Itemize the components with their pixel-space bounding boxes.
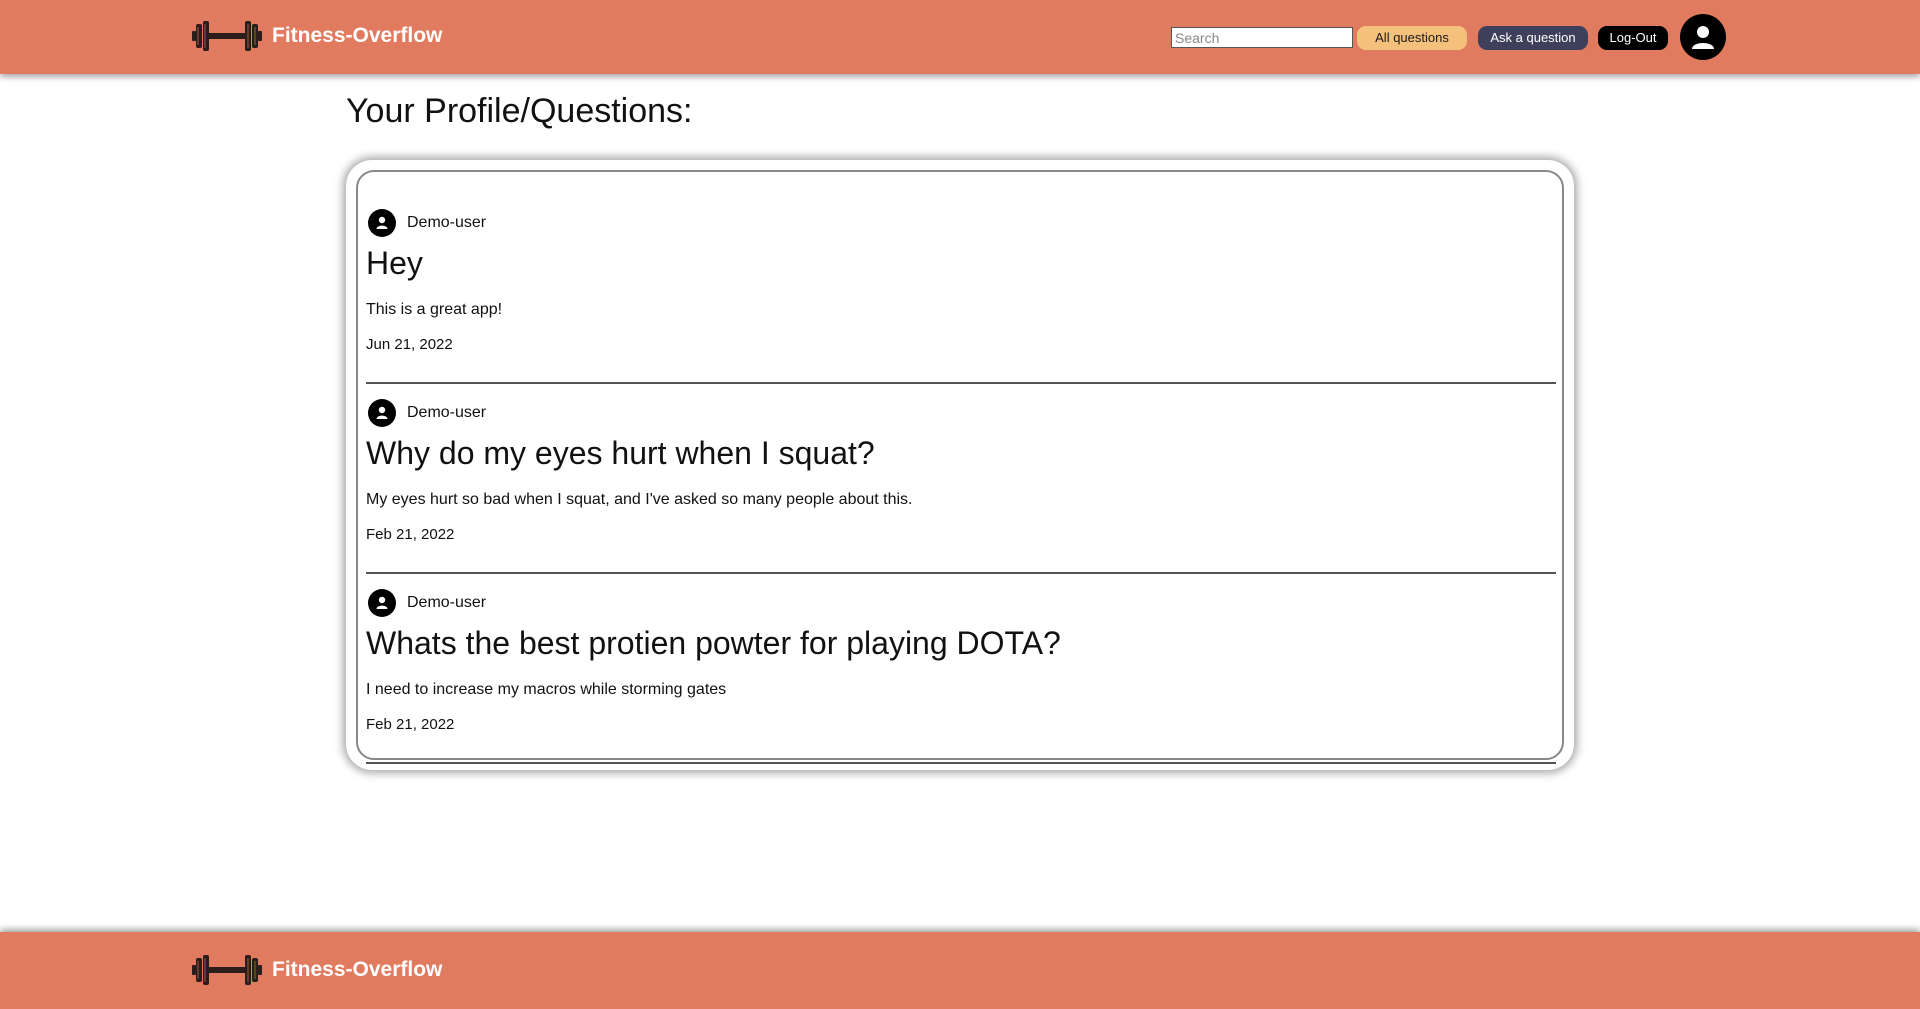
question-date: Feb 21, 2022 — [366, 716, 455, 733]
page-title: Your Profile/Questions: — [346, 92, 693, 130]
user-icon — [1692, 26, 1714, 49]
question-author: Demo-user — [366, 589, 486, 617]
user-avatar-icon — [368, 209, 396, 237]
brand-name: Fitness-Overflow — [272, 24, 443, 47]
question-item[interactable]: Demo-user Why do my eyes hurt when I squ… — [366, 387, 1556, 574]
question-title[interactable]: Whats the best protien powter for playin… — [366, 625, 1061, 662]
author-name: Demo-user — [407, 404, 487, 421]
footer: Fitness-Overflow — [0, 932, 1920, 1009]
question-title[interactable]: Why do my eyes hurt when I squat? — [366, 435, 875, 472]
author-name: Demo-user — [407, 594, 487, 611]
question-body: This is a great app! — [366, 301, 503, 318]
all-questions-button[interactable]: All questions — [1357, 26, 1467, 50]
user-avatar-icon — [368, 589, 396, 617]
search-input[interactable] — [1171, 27, 1353, 48]
profile-avatar-button[interactable] — [1680, 14, 1726, 60]
footer-brand[interactable]: Fitness-Overflow — [192, 952, 442, 988]
question-item[interactable]: Demo-user Whats the best protien powter … — [366, 577, 1556, 764]
brand-link[interactable]: Fitness-Overflow — [192, 18, 442, 54]
author-name: Demo-user — [407, 214, 487, 231]
question-date: Jun 21, 2022 — [366, 336, 453, 353]
questions-card: Demo-user Hey This is a great app! Jun 2… — [346, 160, 1574, 770]
question-title[interactable]: Hey — [366, 245, 423, 282]
user-icon — [376, 216, 388, 229]
user-icon — [376, 406, 388, 419]
question-author: Demo-user — [366, 399, 486, 427]
question-item[interactable]: Demo-user Hey This is a great app! Jun 2… — [366, 197, 1556, 384]
question-date: Feb 21, 2022 — [366, 526, 455, 543]
question-list: Demo-user Hey This is a great app! Jun 2… — [366, 197, 1556, 767]
user-icon — [376, 596, 388, 609]
question-body: I need to increase my macros while storm… — [366, 681, 727, 698]
question-author: Demo-user — [366, 209, 486, 237]
dumbbell-icon — [192, 21, 262, 51]
top-navbar: Fitness-Overflow All questions Ask a que… — [0, 0, 1920, 74]
logout-button[interactable]: Log-Out — [1598, 26, 1668, 50]
question-body: My eyes hurt so bad when I squat, and I'… — [366, 491, 913, 508]
user-avatar-icon — [368, 399, 396, 427]
questions-card-inner: Demo-user Hey This is a great app! Jun 2… — [356, 170, 1564, 764]
dumbbell-icon — [192, 955, 262, 985]
footer-brand-name: Fitness-Overflow — [272, 958, 443, 981]
ask-question-button[interactable]: Ask a question — [1478, 26, 1588, 50]
